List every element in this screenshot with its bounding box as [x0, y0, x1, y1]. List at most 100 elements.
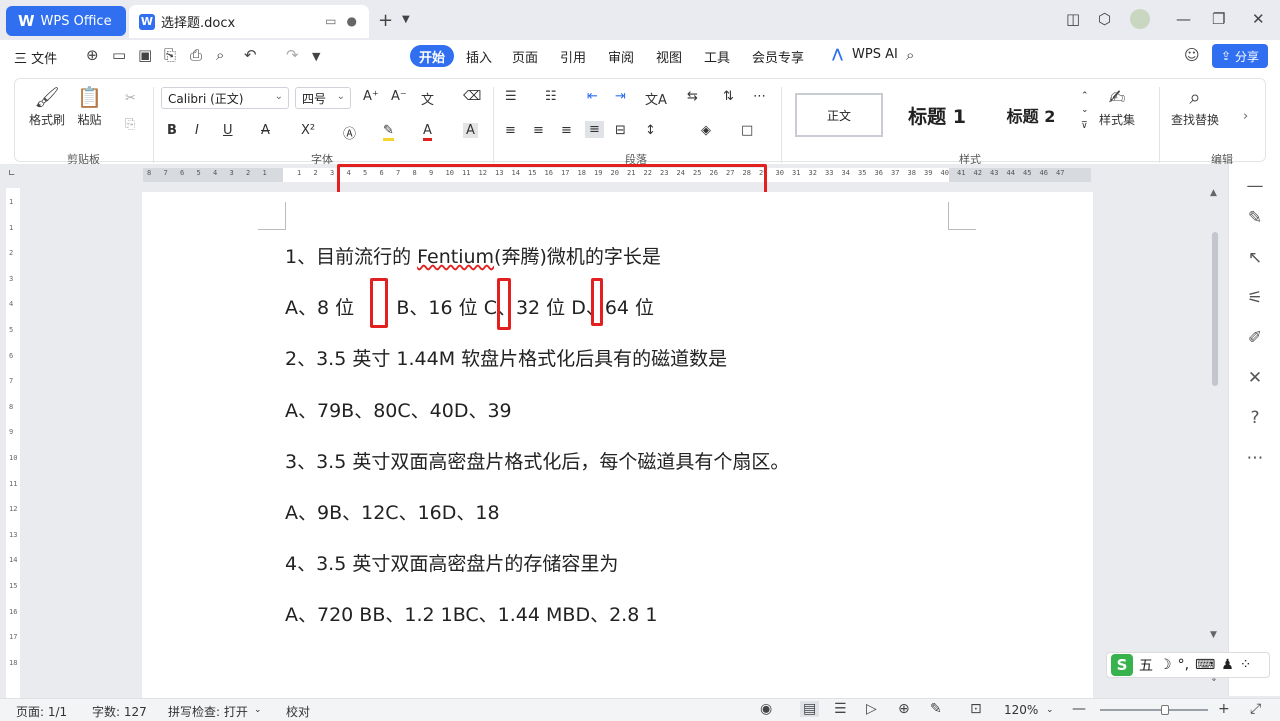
style-scroll-down-icon[interactable]: ⌄	[1081, 105, 1089, 115]
select-cursor-icon[interactable]: ↖	[1243, 248, 1267, 268]
save-icon[interactable]: ▣	[138, 46, 152, 64]
font-name-select[interactable]: Calibri (正文) ⌄	[161, 87, 289, 109]
vertical-ruler[interactable]: 1 1 2 3 4 5 6 7 8 9 10 11 12 13 14 15 16 17 18	[6, 188, 20, 698]
line-break-icon[interactable]: ⇆	[687, 89, 698, 104]
strikethrough-icon[interactable]: A	[261, 123, 270, 138]
font-color-icon[interactable]: A	[423, 123, 432, 141]
pen-icon[interactable]: ✎	[1243, 208, 1267, 228]
tab-wps-ai[interactable]: WPS AI	[852, 47, 898, 62]
line-spacing-icon[interactable]: ↕	[645, 123, 656, 138]
vertical-scrollbar[interactable]: ▲ ▼ ⇓	[1204, 188, 1226, 696]
decrease-indent-icon[interactable]: ⇤	[587, 89, 598, 104]
proofread-button[interactable]: 校对	[286, 703, 310, 720]
ime-punct-icon[interactable]: °,	[1178, 657, 1189, 673]
zoom-out-icon[interactable]: —	[1072, 701, 1086, 717]
text-effect-icon[interactable]: Ⓐ	[343, 123, 356, 142]
style-scroll-up-icon[interactable]: ⌃	[1081, 91, 1089, 101]
char-shading-icon[interactable]: A	[463, 123, 478, 138]
wps-office-tab[interactable]: W WPS Office	[6, 6, 126, 36]
avatar[interactable]	[1130, 9, 1150, 29]
font-shrink-icon[interactable]: A⁻	[391, 89, 407, 104]
ime-keyboard-icon[interactable]: ⌨	[1195, 657, 1215, 673]
style-normal[interactable]: 正文	[795, 93, 883, 137]
bullet-list-icon[interactable]: ☰	[505, 89, 517, 104]
justify-icon[interactable]: ≡	[585, 121, 604, 138]
doc-paragraph-1[interactable]: 1、目前流行的 Fentium(奔腾)微机的字长是	[285, 242, 661, 269]
doc-paragraph-7[interactable]: 4、3.5 英寸双面高密盘片的存储容里为	[285, 549, 618, 576]
tab-start[interactable]: 开始	[410, 45, 454, 67]
ime-grid-icon[interactable]: ⁘	[1240, 657, 1252, 673]
chat-icon[interactable]: ☺	[1184, 46, 1200, 64]
spell-check-status[interactable]: 拼写检查: 打开	[168, 703, 248, 720]
phonetic-guide-icon[interactable]: 文	[421, 89, 434, 108]
open-folder-icon[interactable]: ▭	[112, 46, 126, 64]
fullscreen-icon[interactable]: ⤢	[1250, 701, 1261, 717]
new-doc-icon[interactable]: ⊕	[86, 46, 99, 64]
fit-page-icon[interactable]: ⊡	[970, 701, 982, 717]
eye-icon[interactable]: ◉	[760, 701, 772, 717]
style-heading-2[interactable]: 标题 2	[991, 93, 1071, 137]
page-count[interactable]: 页面: 1/1	[16, 703, 67, 720]
file-menu[interactable]: 三 文件	[14, 48, 57, 67]
export-icon[interactable]: ⎘	[164, 46, 176, 64]
ime-moon-icon[interactable]: ☽	[1159, 657, 1172, 673]
align-right-icon[interactable]: ≡	[561, 123, 572, 138]
doc-paragraph-6[interactable]: A、9B、12C、16D、18	[285, 498, 500, 525]
chinese-layout-icon[interactable]: 文A	[645, 89, 667, 108]
chevron-down-icon[interactable]: ⌄	[1046, 705, 1054, 715]
new-tab-button[interactable]: +	[378, 10, 393, 31]
tools-icon[interactable]: ✕	[1243, 368, 1267, 388]
tab-status-dot-icon[interactable]: ●	[347, 14, 357, 28]
format-painter-button[interactable]: 🖌 格式刷	[29, 85, 65, 128]
underline-icon[interactable]: U	[223, 123, 233, 138]
style-more-icon[interactable]: ⊽	[1081, 121, 1088, 131]
tab-tools[interactable]: 工具	[704, 47, 730, 66]
doc-paragraph-4[interactable]: A、79B、80C、40D、39	[285, 396, 512, 423]
page-view-icon[interactable]: ▤	[800, 701, 820, 717]
web-view-icon[interactable]: ⊕	[898, 701, 910, 717]
style-set-button[interactable]: ✍ 样式集	[1099, 85, 1135, 128]
ime-mode[interactable]: 五	[1139, 655, 1153, 675]
tab-stop-selector-icon[interactable]: ∟	[8, 169, 16, 179]
minimize-button[interactable]: —	[1176, 10, 1191, 28]
show-marks-icon[interactable]: ⋯	[753, 89, 766, 104]
numbered-list-icon[interactable]: ☷	[545, 89, 557, 104]
font-grow-icon[interactable]: A⁺	[363, 89, 379, 104]
shading-icon[interactable]: ◈	[701, 123, 711, 138]
superscript-icon[interactable]: X²	[301, 123, 315, 138]
doc-paragraph-3[interactable]: 2、3.5 英寸 1.44M 软盘片格式化后具有的磁道数是	[285, 344, 727, 371]
doc-paragraph-8[interactable]: A、720 BB、1.2 1BC、1.44 MBD、2.8 1	[285, 600, 657, 627]
border-icon[interactable]: □	[741, 123, 753, 138]
scroll-down-icon[interactable]: ▼	[1210, 630, 1217, 640]
close-button[interactable]: ✕	[1252, 10, 1265, 28]
highlight-icon[interactable]: ✎	[383, 123, 394, 141]
spell-error-word[interactable]: Fentium	[417, 246, 494, 268]
document-tab[interactable]: W 选择题.docx ▭ ●	[129, 5, 369, 38]
zoom-level[interactable]: 120%	[1004, 703, 1038, 717]
align-center-icon[interactable]: ≡	[533, 123, 544, 138]
help-icon[interactable]: ?	[1243, 408, 1267, 428]
cube-icon[interactable]: ⬡	[1098, 10, 1111, 28]
document-page[interactable]: 1、目前流行的 Fentium(奔腾)微机的字长是 A、8 位 B、16 位 C…	[142, 192, 1093, 702]
increase-indent-icon[interactable]: ⇥	[615, 89, 626, 104]
copy-icon[interactable]: ⎘	[125, 117, 135, 132]
align-left-icon[interactable]: ≡	[505, 123, 516, 138]
tab-review[interactable]: 审阅	[608, 47, 634, 66]
quick-access-dropdown-icon[interactable]: ▼	[312, 50, 320, 63]
play-icon[interactable]: ▷	[866, 701, 877, 717]
search-icon[interactable]: ⌕	[906, 46, 914, 64]
distributed-icon[interactable]: ⊟	[615, 123, 626, 138]
chevron-down-icon[interactable]: ⌄	[254, 705, 262, 715]
sidebar-toggle-icon[interactable]: ◫	[1066, 10, 1080, 28]
word-count[interactable]: 字数: 127	[92, 703, 147, 720]
style-heading-1[interactable]: 标题 1	[897, 93, 977, 137]
tab-display-icon[interactable]: ▭	[325, 14, 336, 28]
tab-view[interactable]: 视图	[656, 47, 682, 66]
outline-view-icon[interactable]: ☰	[834, 701, 847, 717]
paste-button[interactable]: 📋 粘贴	[77, 85, 102, 128]
print-preview-icon[interactable]: ⌕	[216, 46, 224, 64]
edit-view-icon[interactable]: ✎	[930, 701, 942, 717]
doc-paragraph-5[interactable]: 3、3.5 英寸双面高密盘片格式化后，每个磁道具有个扇区。	[285, 447, 789, 474]
redo-icon[interactable]: ↷	[286, 46, 299, 64]
tab-references[interactable]: 引用	[560, 47, 586, 66]
